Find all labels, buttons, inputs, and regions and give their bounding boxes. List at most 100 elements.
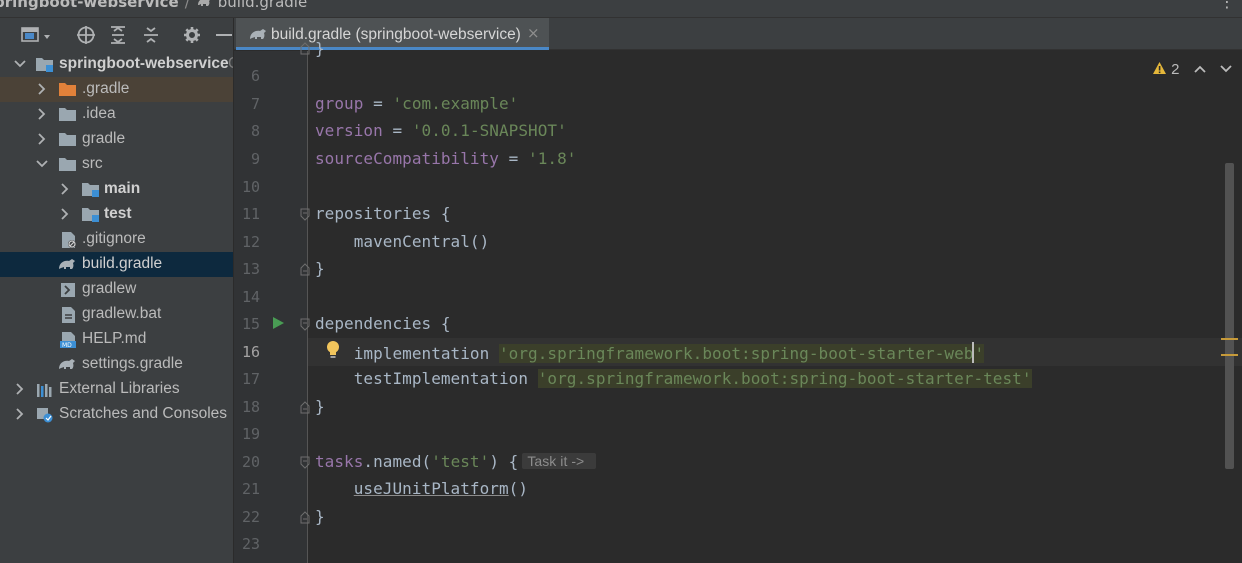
chevron-right-icon[interactable] xyxy=(14,383,26,395)
tree-item-gradlew[interactable]: gradlew xyxy=(0,277,233,302)
tree-item-label: springboot-webservice xyxy=(59,55,229,72)
tree-item-help-md[interactable]: MD HELP.md xyxy=(0,327,233,352)
line-number: 16 xyxy=(241,343,260,361)
fold-end-icon[interactable] xyxy=(300,401,310,414)
tree-item-idea[interactable]: .idea xyxy=(0,102,233,127)
code-line[interactable]: repositories { xyxy=(315,204,451,223)
fold-end-icon[interactable] xyxy=(300,263,310,276)
tree-item-external-libraries[interactable]: External Libraries xyxy=(0,377,233,402)
tree-item-gradlew-bat[interactable]: gradlew.bat xyxy=(0,302,233,327)
tree-item-build-gradle[interactable]: build.gradle xyxy=(0,252,233,277)
code-line[interactable]: version = '0.0.1-SNAPSHOT' xyxy=(315,121,567,140)
libraries-icon xyxy=(37,384,52,397)
chevron-right-icon[interactable] xyxy=(36,133,48,145)
tree-item-src[interactable]: src xyxy=(0,152,233,177)
tree-item-settings-gradle[interactable]: settings.gradle xyxy=(0,352,233,377)
tree-item-gradle-dir[interactable]: .gradle xyxy=(0,77,233,102)
tree-item-label: gradlew.bat xyxy=(82,305,162,322)
code-line[interactable]: sourceCompatibility = '1.8' xyxy=(315,149,576,168)
fold-end-icon[interactable] xyxy=(300,42,310,55)
gitignore-file-icon xyxy=(62,232,76,248)
line-number: 12 xyxy=(241,233,260,251)
more-icon[interactable]: ⋮ xyxy=(1219,0,1236,11)
tree-item-project-root[interactable]: springboot-webservice C xyxy=(0,52,233,77)
line-number: 15 xyxy=(241,315,260,333)
chevron-right-icon[interactable] xyxy=(59,208,71,220)
tree-item-label: build.gradle xyxy=(82,255,163,272)
line-number: 11 xyxy=(241,205,260,223)
breadcrumb-project[interactable]: pringboot-webservice xyxy=(0,0,179,11)
crosshair-icon[interactable] xyxy=(75,25,97,45)
close-icon[interactable]: × xyxy=(527,24,540,42)
line-number: 13 xyxy=(241,260,260,278)
inspection-widget[interactable]: 2 xyxy=(1152,61,1232,78)
warning-icon xyxy=(1153,62,1166,74)
fold-start-icon[interactable] xyxy=(300,208,310,221)
run-icon[interactable] xyxy=(272,316,285,330)
tab-build-gradle[interactable]: build.gradle (springboot-webservice) × xyxy=(236,18,549,50)
project-folder-icon xyxy=(36,58,53,72)
warning-marker[interactable] xyxy=(1221,338,1238,340)
project-toolbar xyxy=(0,18,233,52)
code-line[interactable]: implementation 'org.springframework.boot… xyxy=(315,342,985,363)
tree-item-test[interactable]: test xyxy=(0,202,233,227)
code-line[interactable]: } xyxy=(315,507,325,526)
expand-all-icon[interactable] xyxy=(107,25,129,45)
batch-file-icon xyxy=(62,307,75,323)
line-number: 8 xyxy=(250,122,260,140)
chevron-down-icon[interactable] xyxy=(36,158,48,170)
line-number: 23 xyxy=(241,535,260,553)
chevron-right-icon[interactable] xyxy=(14,408,26,420)
code-line[interactable]: group = 'com.example' xyxy=(315,94,518,113)
code-line[interactable]: } xyxy=(315,397,325,416)
chevron-down-icon[interactable] xyxy=(1220,64,1232,74)
tree-item-main[interactable]: main xyxy=(0,177,233,202)
code-line[interactable]: tasks.named('test') {Task it -> xyxy=(315,452,597,471)
gear-icon[interactable] xyxy=(182,25,204,45)
chevron-right-icon[interactable] xyxy=(36,108,48,120)
code-line[interactable]: mavenCentral() xyxy=(315,232,490,251)
folder-icon xyxy=(59,108,76,121)
editor-area: build.gradle (springboot-webservice) × 6… xyxy=(234,18,1242,563)
fold-start-icon[interactable] xyxy=(300,456,310,469)
fold-start-icon[interactable] xyxy=(300,318,310,331)
folder-icon xyxy=(59,133,76,146)
gutter-divider xyxy=(307,51,308,563)
gradle-icon xyxy=(197,0,210,6)
tree-item-label: External Libraries xyxy=(59,380,180,397)
tree-item-label: src xyxy=(82,155,103,172)
warning-marker[interactable] xyxy=(1221,354,1238,356)
parameter-hint: Task it -> xyxy=(522,453,597,469)
fold-end-icon[interactable] xyxy=(300,511,310,524)
chevron-right-icon[interactable] xyxy=(59,183,71,195)
collapse-all-icon[interactable] xyxy=(140,25,162,45)
tree-item-label: HELP.md xyxy=(82,330,147,347)
excluded-folder-icon xyxy=(59,83,76,96)
chevron-down-icon[interactable] xyxy=(14,58,26,70)
breadcrumb-file[interactable]: build.gradle xyxy=(218,0,307,11)
tree-item-gitignore[interactable]: .gitignore xyxy=(0,227,233,252)
hide-icon[interactable] xyxy=(214,25,233,45)
tree-item-label: main xyxy=(104,180,141,197)
code-line[interactable]: useJUnitPlatform() xyxy=(315,479,528,498)
markdown-file-icon: MD xyxy=(60,332,76,348)
shell-script-icon xyxy=(61,283,75,297)
code-line[interactable]: } xyxy=(315,39,325,58)
chevron-up-icon[interactable] xyxy=(1194,64,1206,74)
tree-item-label: Scratches and Consoles xyxy=(59,405,228,422)
line-number: 6 xyxy=(250,67,260,85)
code-line[interactable]: testImplementation 'org.springframework.… xyxy=(315,369,1032,388)
tree-item-label: test xyxy=(104,205,132,222)
tree-item-gradle[interactable]: gradle xyxy=(0,127,233,152)
tree-item-scratches[interactable]: Scratches and Consoles xyxy=(0,402,233,427)
tree-item-label: .gradle xyxy=(82,80,130,97)
chevron-right-icon[interactable] xyxy=(36,83,48,95)
vertical-scrollbar[interactable] xyxy=(1225,163,1234,469)
project-view-icon[interactable] xyxy=(20,25,50,45)
code-line[interactable]: } xyxy=(315,259,325,278)
line-number: 7 xyxy=(250,95,260,113)
breadcrumb-separator: / xyxy=(184,0,190,11)
project-panel: springboot-webservice C .gradle .idea gr… xyxy=(0,18,234,563)
line-number: 10 xyxy=(241,178,260,196)
code-line[interactable]: dependencies { xyxy=(315,314,451,333)
